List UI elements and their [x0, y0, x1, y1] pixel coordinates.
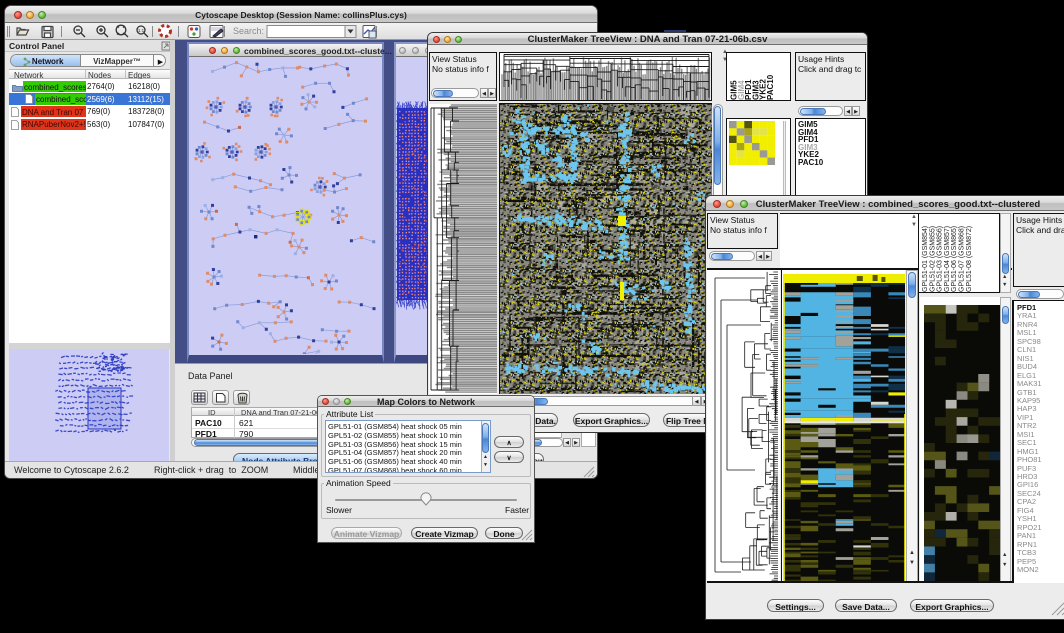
svg-text:PAC10: PAC10 [766, 74, 775, 100]
svg-text:GPL51-01 (GSM854): GPL51-01 (GSM854) [922, 226, 929, 292]
svg-text:GPL51-07 (GSM868): GPL51-07 (GSM868) [959, 226, 966, 292]
svg-text:1:1: 1:1 [138, 28, 145, 33]
svg-text:GPL51-03 (GSM856): GPL51-03 (GSM856) [937, 226, 944, 292]
svg-text:GPL51-08 (GSM872): GPL51-08 (GSM872) [966, 226, 973, 292]
svg-text:GPL51-04 (GSM857): GPL51-04 (GSM857) [944, 226, 951, 292]
svg-text:GPL51-06 (GSM865): GPL51-06 (GSM865) [951, 226, 958, 292]
svg-text:Search:: Search: [233, 26, 264, 36]
svg-text:GPL51-02 (GSM855): GPL51-02 (GSM855) [929, 226, 936, 292]
